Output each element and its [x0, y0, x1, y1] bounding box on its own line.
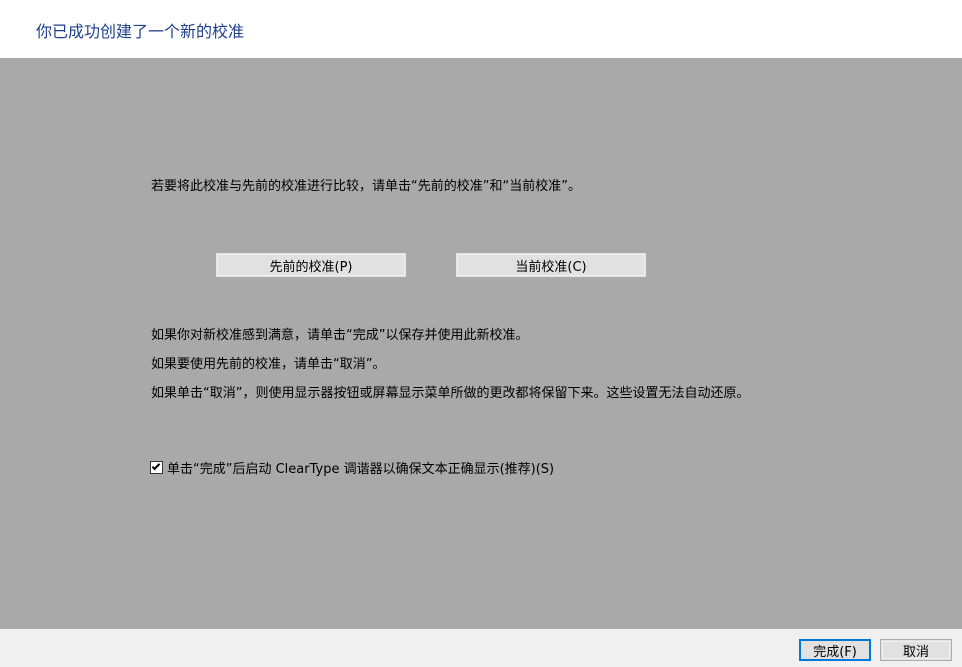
info-text-cancel: 如果要使用先前的校准，请单击“取消”。 [151, 357, 386, 372]
finish-button-label: 完成(F) [813, 644, 857, 660]
header: 你已成功创建了一个新的校准 [0, 0, 962, 58]
cleartype-checkbox-label[interactable]: 单击“完成”后启动 ClearType 调谐器以确保文本正确显示(推荐)(S) [167, 458, 554, 477]
main-content: 若要将此校准与先前的校准进行比较，请单击“先前的校准”和“当前校准”。 先前的校… [0, 58, 962, 629]
cancel-button[interactable]: 取消 [880, 639, 952, 661]
info-text-finish: 如果你对新校准感到满意，请单击“完成”以保存并使用此新校准。 [151, 328, 529, 343]
current-calibration-label: 当前校准(C) [515, 259, 587, 275]
info-text-warning: 如果单击“取消”，则使用显示器按钮或屏幕显示菜单所做的更改都将保留下来。这些设置… [151, 386, 750, 401]
previous-calibration-button[interactable]: 先前的校准(P) [215, 252, 407, 278]
previous-calibration-label: 先前的校准(P) [269, 259, 353, 275]
cleartype-checkbox-row[interactable]: 单击“完成”后启动 ClearType 调谐器以确保文本正确显示(推荐)(S) [150, 458, 554, 477]
cancel-button-label: 取消 [902, 644, 929, 660]
cleartype-checkbox[interactable] [150, 461, 163, 474]
instruction-text: 若要将此校准与先前的校准进行比较，请单击“先前的校准”和“当前校准”。 [151, 179, 581, 194]
page-title: 你已成功创建了一个新的校准 [36, 22, 245, 41]
footer: 完成(F) 取消 [0, 629, 962, 667]
checkmark-icon [151, 461, 161, 471]
current-calibration-button[interactable]: 当前校准(C) [455, 252, 647, 278]
finish-button[interactable]: 完成(F) [799, 639, 871, 661]
